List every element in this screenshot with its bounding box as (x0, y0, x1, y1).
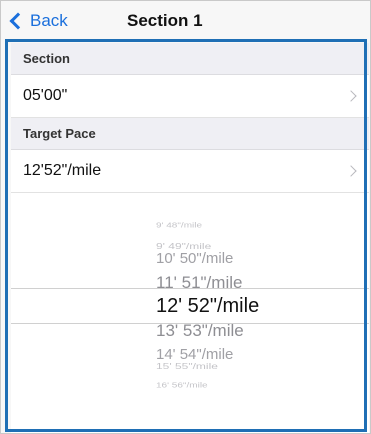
settings-content: Section 05'00" Target Pace 12'52"/mile 9… (11, 43, 369, 433)
picker-item[interactable]: 11' 51"/mile (11, 274, 369, 291)
page-title: Section 1 (127, 11, 203, 30)
pace-picker-wheel[interactable]: 9' 48"/mile 9' 49"/mile 10' 50"/mile 11' 51… (11, 193, 369, 403)
picker-item[interactable]: 15' 55"/mile (11, 362, 369, 370)
picker-item[interactable]: 10' 50"/mile (11, 251, 369, 266)
picker-item[interactable]: 12' 52"/mile (11, 296, 369, 316)
picker-item[interactable]: 13' 53"/mile (11, 322, 369, 339)
section-header-section: Section (11, 43, 369, 75)
navigation-bar: Back Section 1 (1, 1, 370, 39)
back-label: Back (30, 11, 68, 30)
chevron-right-icon (345, 165, 357, 177)
section-duration-value: 05'00" (23, 87, 68, 104)
app-frame: Back Section 1 Section 05'00" Target Pac… (0, 0, 371, 434)
chevron-left-icon (9, 12, 27, 30)
picker-item[interactable]: 9' 48"/mile (11, 222, 369, 230)
target-pace-value: 12'52"/mile (23, 162, 102, 179)
section-duration-row[interactable]: 05'00" (11, 75, 369, 118)
picker-item[interactable]: 14' 54"/mile (11, 347, 369, 362)
back-button[interactable]: Back (9, 10, 68, 32)
section-header-target-pace: Target Pace (11, 118, 369, 150)
target-pace-row[interactable]: 12'52"/mile (11, 150, 369, 193)
picker-item[interactable]: 9' 49"/mile (11, 242, 369, 250)
chevron-right-icon (345, 90, 357, 102)
picker-item[interactable]: 16' 56"/mile (11, 382, 369, 390)
